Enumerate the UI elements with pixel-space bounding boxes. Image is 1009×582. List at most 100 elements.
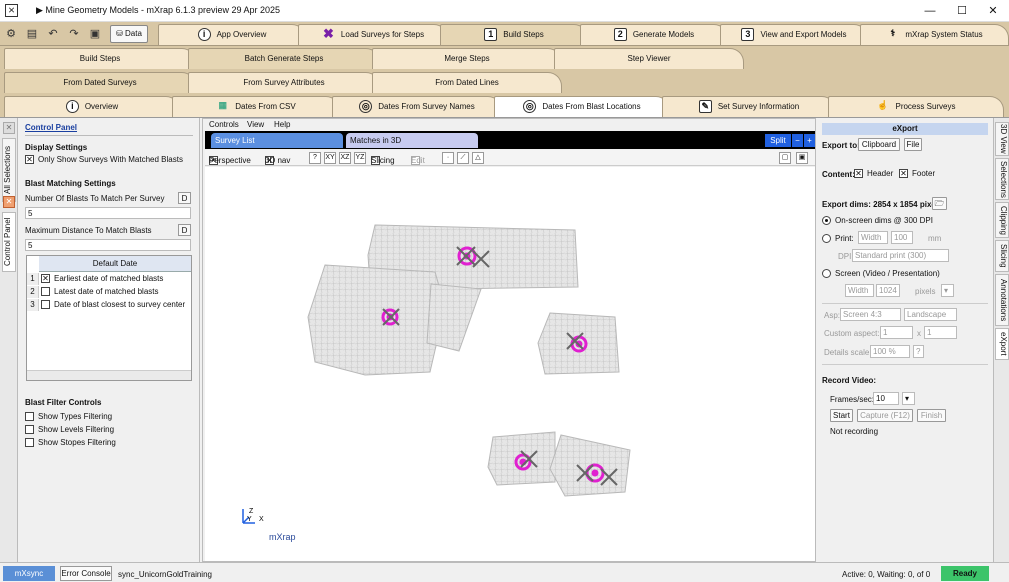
tab-annotations[interactable]: Annotations (995, 274, 1009, 326)
print-width-input[interactable]: 100 (891, 231, 913, 244)
save-view-icon[interactable]: ▣ (796, 152, 808, 164)
horizontal-scrollbar[interactable] (27, 370, 191, 380)
tab-dates-from-csv[interactable]: ▦ Dates From CSV (172, 96, 340, 117)
export-panel: eXport Export to: Clipboard File Content… (818, 118, 993, 562)
max-distance-input[interactable]: 5 (25, 239, 191, 251)
tab-process-surveys[interactable]: ☝ Process Surveys (828, 96, 1004, 117)
num-blasts-default-button[interactable]: D (178, 192, 191, 204)
redo-icon[interactable]: ↷ (66, 26, 82, 42)
undo-icon[interactable]: ↶ (45, 26, 61, 42)
orientation-select[interactable]: Landscape (904, 308, 957, 321)
tab-set-survey-information[interactable]: ✎ Set Survey Information (662, 96, 836, 117)
tab-generate-models[interactable]: 2 Generate Models (580, 24, 728, 45)
only-show-matched-checkbox[interactable]: ✕ Only Show Surveys With Matched Blasts (25, 155, 183, 165)
file-button[interactable]: File (904, 138, 922, 151)
start-button[interactable]: Start (830, 409, 853, 422)
capture-button[interactable]: Capture (F12) (857, 409, 913, 422)
max-distance-default-button[interactable]: D (178, 224, 191, 236)
export-to-label: Export to: (822, 141, 860, 150)
tab-from-survey-attributes[interactable]: From Survey Attributes (188, 72, 380, 93)
fps-dropdown[interactable]: ▾ (902, 392, 915, 405)
table-row[interactable]: ✕ Earliest date of matched blasts (41, 273, 163, 285)
tab-all-selections[interactable]: All Selections (2, 138, 16, 202)
gear-icon[interactable]: ⚙ (3, 26, 19, 42)
tab-slicing[interactable]: Slicing (995, 240, 1009, 272)
table-row[interactable]: Latest date of matched blasts (41, 286, 159, 298)
minus-button[interactable]: − (792, 134, 803, 147)
tab-selections[interactable]: Selections (995, 158, 1009, 200)
tab-build-steps-sub[interactable]: Build Steps (4, 48, 196, 69)
tab-export[interactable]: eXport (995, 328, 1009, 360)
show-levels-filter-checkbox[interactable]: Show Levels Filtering (25, 425, 114, 435)
tab-step-viewer[interactable]: Step Viewer (554, 48, 744, 69)
show-stopes-filter-checkbox[interactable]: Show Stopes Filtering (25, 438, 116, 448)
data-button[interactable]: ⛁ Data (110, 25, 148, 43)
right-side-tabs: 3D View Selections Clipping Slicing Anno… (993, 118, 1009, 562)
tab-system-status[interactable]: ⚕ mXrap System Status (860, 24, 1009, 45)
screen-radio[interactable]: Screen (Video / Presentation) (822, 269, 940, 279)
tab-dates-from-survey-names[interactable]: ◎ Dates From Survey Names (332, 96, 502, 117)
split-button[interactable]: Split (765, 134, 791, 147)
print-radio[interactable]: Print: (822, 234, 854, 244)
menu-help[interactable]: Help (274, 120, 290, 129)
tab-control-panel[interactable]: Control Panel (2, 212, 16, 272)
folder-icon[interactable]: 🗁 (932, 197, 947, 210)
details-scale-input[interactable]: 100 % (870, 345, 910, 358)
maximize-button[interactable]: ☐ (952, 3, 972, 19)
num-blasts-input[interactable]: 5 (25, 207, 191, 219)
3d-canvas[interactable]: Z Y X mXrap (205, 167, 815, 561)
custom-aspect-h[interactable]: 1 (924, 326, 957, 339)
tab-app-overview[interactable]: i App Overview (158, 24, 306, 45)
plus-button[interactable]: + (804, 134, 815, 147)
main-tab-bar: ⚙ ▤ ↶ ↷ ▣ ⛁ Data i App Overview ✖ Load Sur… (0, 22, 1009, 46)
tab-clipping[interactable]: Clipping (995, 202, 1009, 238)
tab-load-surveys[interactable]: ✖ Load Surveys for Steps (298, 24, 448, 45)
tab-survey-list[interactable]: Survey List (211, 133, 343, 148)
view-yz-button[interactable]: YZ (354, 152, 366, 164)
finish-button[interactable]: Finish (917, 409, 946, 422)
tab-dates-from-blast-locations[interactable]: ◎ Dates From Blast Locations (494, 96, 670, 117)
polygon-tool-icon[interactable]: △ (472, 152, 484, 164)
point-tool-icon[interactable]: · (442, 152, 454, 164)
view-xz-button[interactable]: XZ (339, 152, 351, 164)
tab-from-dated-lines[interactable]: From Dated Lines (372, 72, 562, 93)
help-button[interactable]: ? (309, 152, 321, 164)
show-types-filter-checkbox[interactable]: Show Types Filtering (25, 412, 112, 422)
error-console-button[interactable]: Error Console (60, 566, 112, 581)
menu-controls[interactable]: Controls (209, 120, 239, 129)
close-icon[interactable]: ✕ (3, 196, 15, 208)
tab-overview[interactable]: i Overview (4, 96, 180, 117)
minimize-button[interactable]: — (920, 3, 940, 19)
line-tool-icon[interactable]: ⟋ (457, 152, 469, 164)
layout-icon[interactable]: ▤ (24, 26, 40, 42)
clipboard-button[interactable]: Clipboard (858, 138, 900, 151)
menu-view[interactable]: View (247, 120, 264, 129)
axis-y-label: Y (247, 516, 252, 523)
tab-view-export-models[interactable]: 3 View and Export Models (720, 24, 868, 45)
close-button[interactable]: ✕ (983, 3, 1003, 19)
viewport-tab-bar: Survey List Matches in 3D Split − + (205, 131, 815, 149)
screen-width-input[interactable]: 1024 (876, 284, 900, 297)
tab-batch-generate-steps[interactable]: Batch Generate Steps (188, 48, 380, 69)
details-help-button[interactable]: ? (913, 345, 924, 358)
header-checkbox[interactable]: ✕ Header (854, 169, 893, 179)
onscreen-radio[interactable]: On-screen dims @ 300 DPI (822, 216, 933, 226)
mxsync-button[interactable]: mXsync (3, 566, 55, 581)
table-row[interactable]: Date of blast closest to survey center (41, 299, 185, 311)
tab-3d-view[interactable]: 3D View (995, 122, 1009, 156)
tab-build-steps[interactable]: 1 Build Steps (440, 24, 588, 45)
tab-from-dated-surveys[interactable]: From Dated Surveys (4, 72, 196, 93)
dpi-select[interactable]: Standard print (300) (852, 249, 949, 262)
custom-aspect-w[interactable]: 1 (880, 326, 913, 339)
queue-status: Active: 0, Waiting: 0, of 0 (842, 570, 931, 579)
tab-matches-in-3d[interactable]: Matches in 3D (346, 133, 478, 148)
close-icon[interactable]: ✕ (3, 122, 15, 134)
copy-icon[interactable]: ▢ (779, 152, 791, 164)
tab-merge-steps[interactable]: Merge Steps (372, 48, 562, 69)
pixels-dropdown[interactable]: ▾ (941, 284, 954, 297)
aspect-select[interactable]: Screen 4:3 (840, 308, 901, 321)
fps-input[interactable]: 10 (873, 392, 899, 405)
footer-checkbox[interactable]: ✕ Footer (899, 169, 935, 179)
save-icon[interactable]: ▣ (87, 26, 103, 42)
view-xy-button[interactable]: XY (324, 152, 336, 164)
